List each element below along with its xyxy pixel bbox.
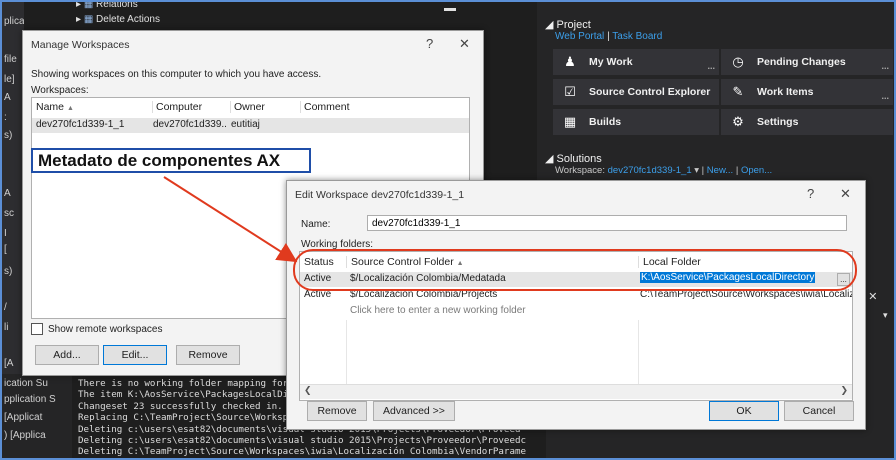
annotation-overlay	[163, 176, 857, 291]
highlight-ring	[293, 249, 857, 291]
screenshot-frame: plication file le] A : s) A sc I [ s) / …	[0, 0, 896, 460]
annotation-arrow	[163, 176, 298, 263]
